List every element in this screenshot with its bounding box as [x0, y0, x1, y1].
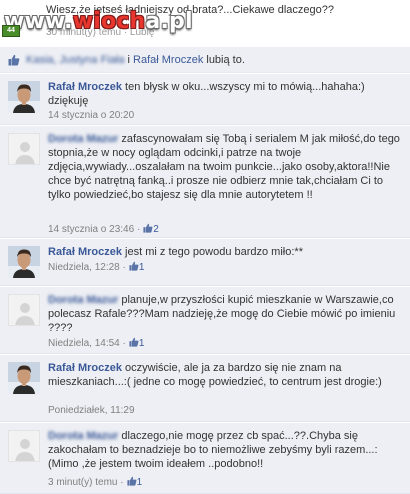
default-avatar-icon[interactable] — [8, 294, 40, 326]
comment-like-count[interactable]: 1 — [139, 262, 145, 273]
comment-author-link[interactable]: Dorota Mazur — [48, 430, 118, 442]
comment-author-link[interactable]: Rafał Mroczek — [48, 81, 122, 93]
thumbs-up-icon — [129, 261, 139, 271]
comment-text: jest mi z tego powodu bardzo miło:** — [125, 246, 303, 258]
profile-photo[interactable] — [8, 246, 40, 278]
comment-body: Dorota Mazur planuje,w przyszłości kupić… — [48, 293, 402, 335]
thumbs-up-icon — [8, 54, 20, 66]
likes-connector: i — [127, 54, 130, 66]
profile-photo[interactable] — [8, 362, 40, 394]
comment-body: Rafał Mroczek jest mi z tego powodu bard… — [48, 245, 402, 259]
comment-author-link[interactable]: Rafał Mroczek — [48, 246, 122, 258]
comment-item: Rafał Mroczek ten błysk w oku...wszyscy … — [0, 74, 410, 125]
liker-names-blurred[interactable]: Kasia, Justyna Fiała — [26, 54, 124, 66]
comment-author-link[interactable]: Rafał Mroczek — [48, 362, 122, 374]
comment-body: Dorota Mazur zafascynowałam się Tobą i s… — [48, 132, 402, 202]
thumbs-up-icon — [126, 476, 137, 486]
thumbs-up-icon — [143, 223, 153, 233]
comment-item: Dorota Mazur dlaczego,nie mogę przez cb … — [0, 423, 410, 494]
comment-body: Rafał Mroczek ten błysk w oku...wszyscy … — [48, 80, 402, 108]
comment-author-link[interactable]: Dorota Mazur — [48, 294, 118, 306]
comment-like-count[interactable]: 1 — [139, 338, 145, 349]
comment-body: Dorota Mazur dlaczego,nie mogę przez cb … — [48, 429, 402, 471]
comment-time[interactable]: Poniedziałek, 11:29 — [48, 405, 135, 416]
comment-time[interactable]: Niedziela, 14:54 · — [48, 338, 126, 349]
comment-meta: Niedziela, 12:28 · 1 — [48, 261, 144, 273]
comment-time[interactable]: Niedziela, 12:28 · — [48, 262, 126, 273]
likes-summary-text: Kasia, Justyna Fiała i Rafał Mroczek lub… — [26, 54, 245, 66]
likes-suffix: lubią to. — [206, 54, 245, 66]
comment-body: Rafał Mroczek oczywiście, ale ja za bard… — [48, 361, 402, 389]
comment-item: Dorota Mazur planuje,w przyszłości kupić… — [0, 287, 410, 354]
profile-photo[interactable] — [8, 81, 40, 113]
comment-like-count[interactable]: 1 — [137, 477, 143, 488]
comment-item: Dorota Mazur zafascynowałam się Tobą i s… — [0, 126, 410, 238]
default-avatar-icon[interactable] — [8, 133, 40, 165]
comment-item: Rafał Mroczek oczywiście, ale ja za bard… — [0, 355, 410, 422]
comment-like-count[interactable]: 2 — [153, 224, 159, 235]
default-avatar-icon[interactable] — [8, 430, 40, 462]
comment-meta: 14 stycznia o 23:46 · 2 — [48, 223, 159, 235]
comment-author-link[interactable]: Dorota Mazur — [48, 133, 118, 145]
comment-time[interactable]: 14 stycznia o 23:46 · — [48, 224, 140, 235]
likes-summary-bar: Kasia, Justyna Fiała i Rafał Mroczek lub… — [0, 47, 410, 73]
comment-time[interactable]: 14 stycznia o 20:20 — [48, 110, 134, 121]
site-watermark: www.wiocha.pl — [4, 9, 193, 34]
liker-name-link[interactable]: Rafał Mroczek — [133, 54, 203, 66]
watermark-badge: 44 — [2, 25, 20, 37]
comment-item: Rafał Mroczek jest mi z tego powodu bard… — [0, 239, 410, 286]
comment-time[interactable]: 3 minut(y) temu · — [48, 477, 124, 488]
comment-meta: 3 minut(y) temu · 1 — [48, 476, 142, 488]
comment-meta: 14 stycznia o 20:20 — [48, 110, 134, 121]
comment-meta: Poniedziałek, 11:29 — [48, 405, 135, 416]
comment-meta: Niedziela, 14:54 · 1 — [48, 337, 144, 349]
thumbs-up-icon — [129, 337, 139, 347]
watermark-accent: wioch — [72, 9, 146, 34]
watermark-suffix: a.pl — [145, 9, 193, 34]
